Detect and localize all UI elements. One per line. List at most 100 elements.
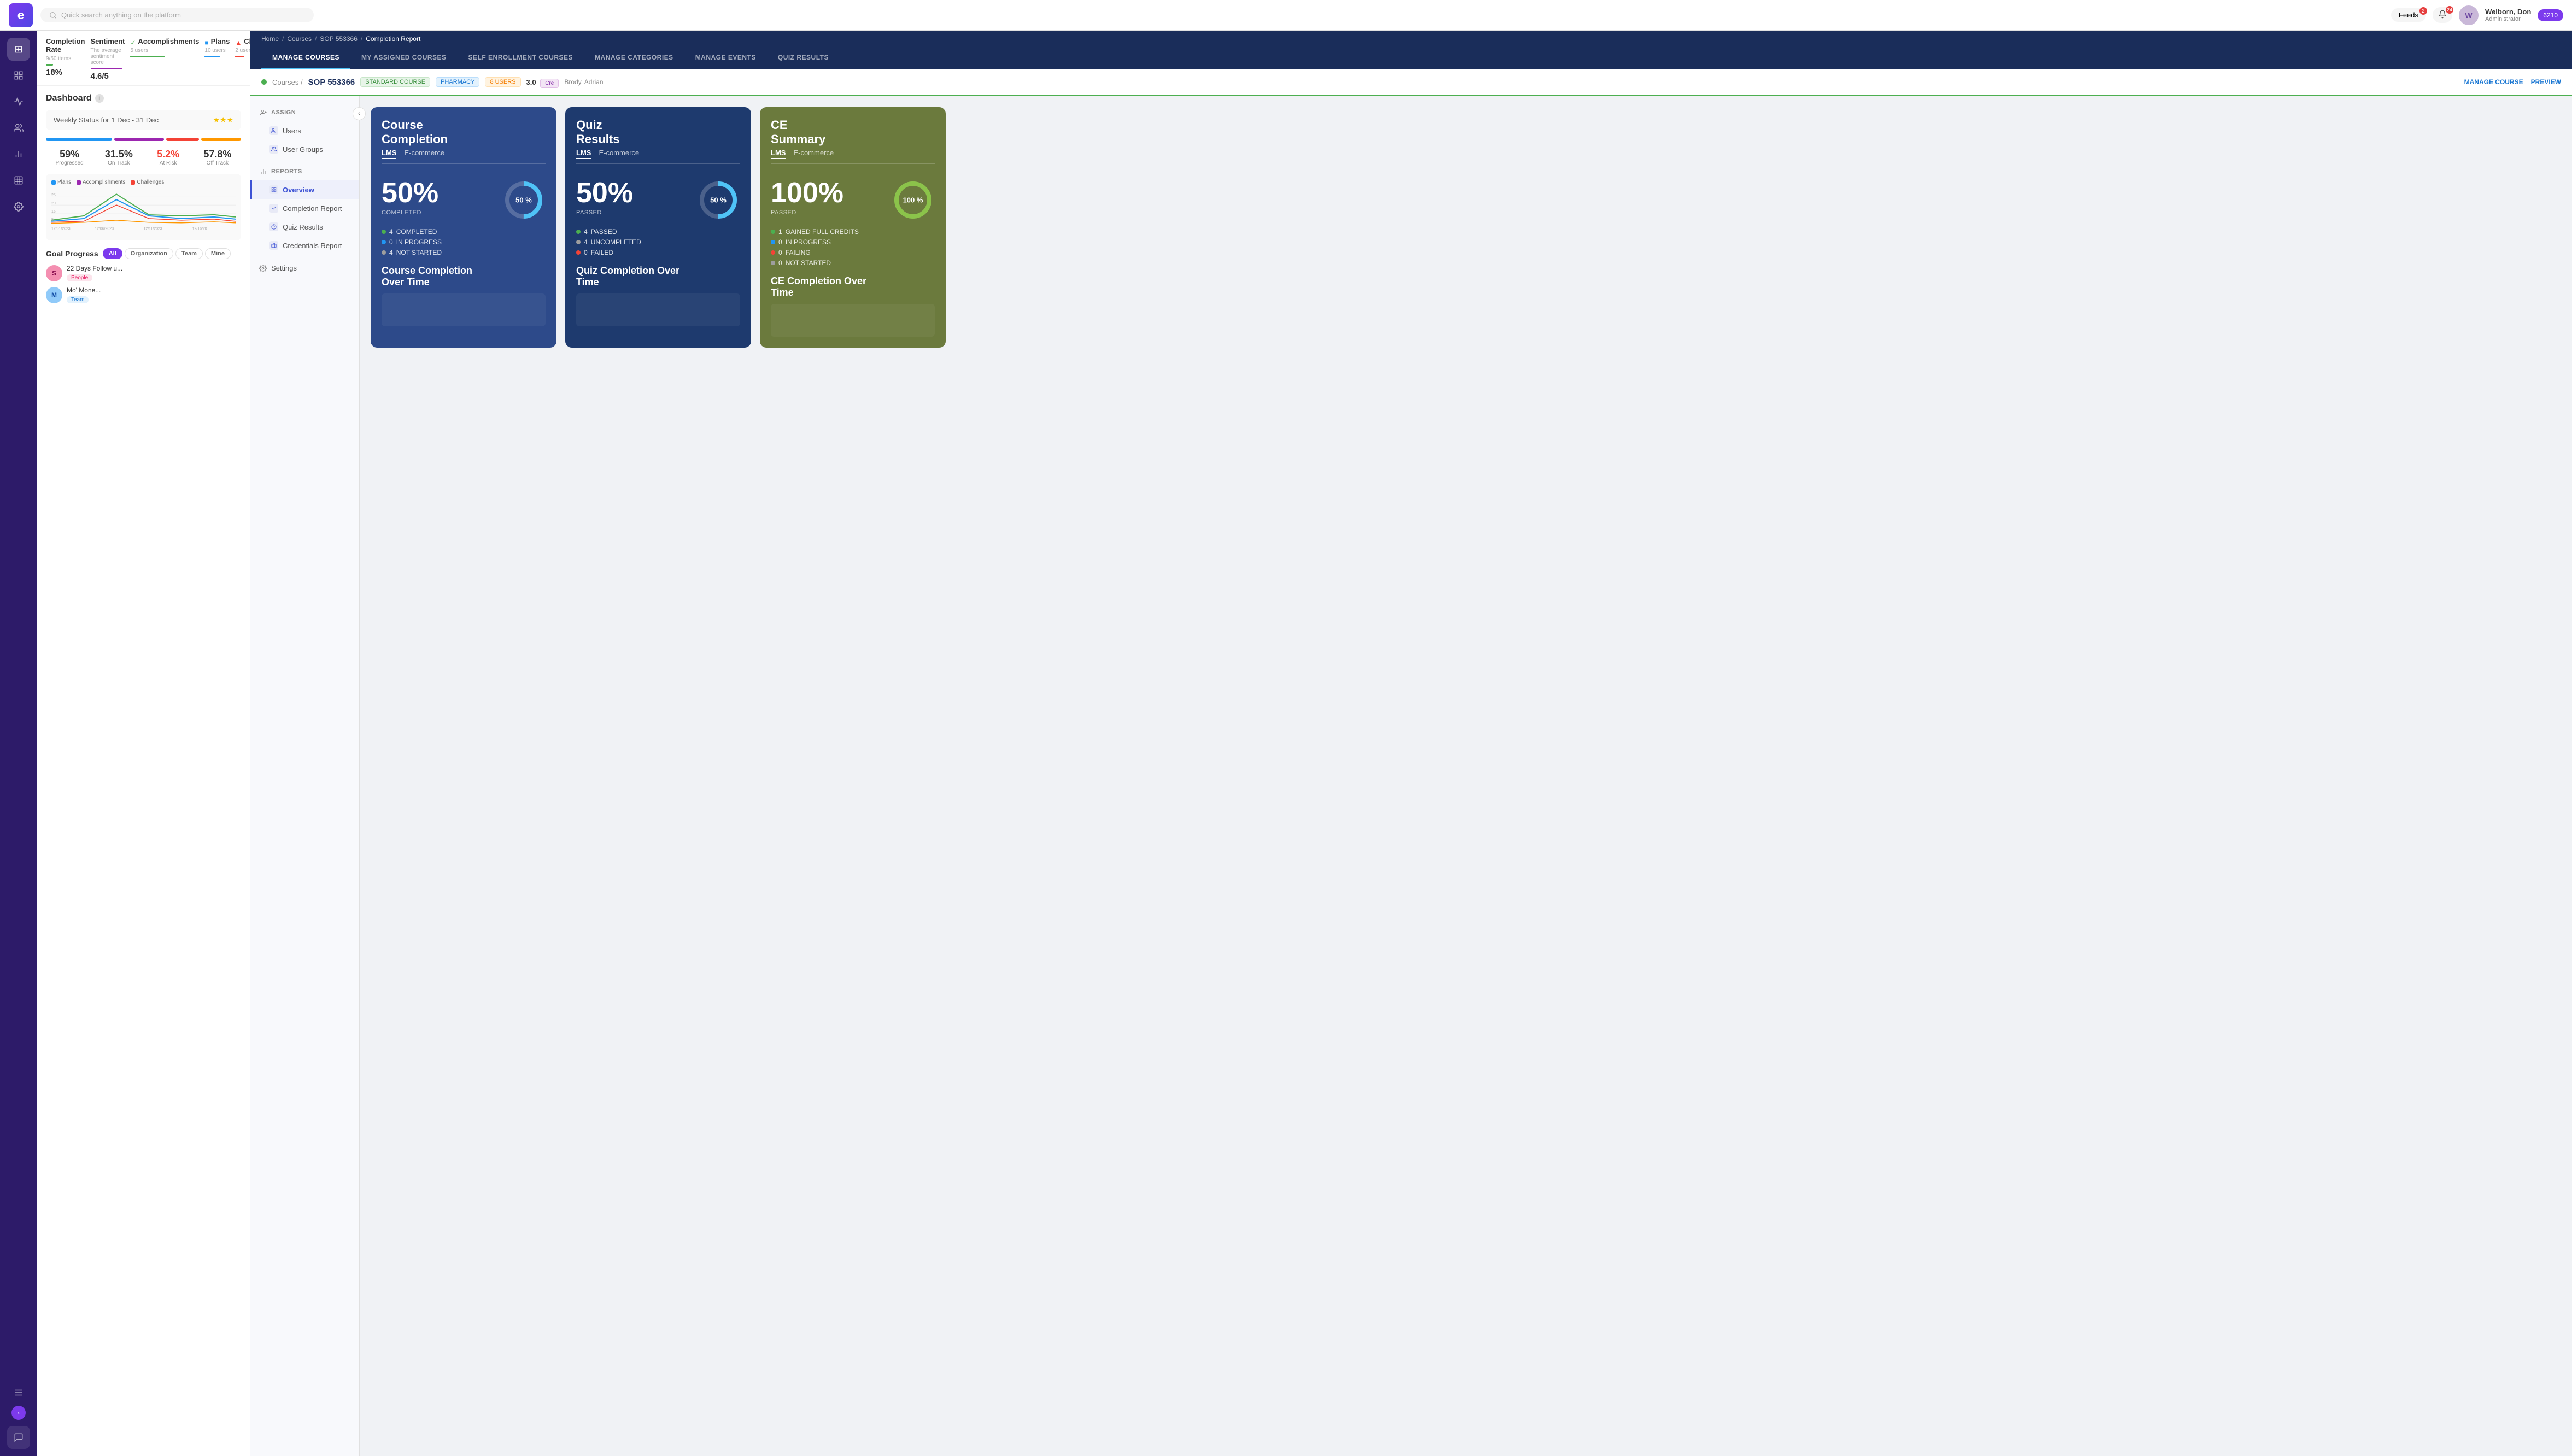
nav-user-groups[interactable]: User Groups bbox=[250, 140, 359, 158]
goal-tag-2: Team bbox=[67, 296, 89, 303]
notifications-button[interactable]: 24 bbox=[2433, 7, 2452, 23]
dashboard-title: Dashboard i bbox=[46, 93, 241, 103]
chart-legend: Plans Accomplishments Challenges bbox=[51, 179, 236, 185]
tab-my-assigned[interactable]: MY ASSIGNED COURSES bbox=[350, 47, 458, 69]
stat-at-risk: 5.2% At Risk bbox=[145, 149, 192, 166]
quiz-stats-list: 4 PASSED 4 UNCOMPLETED 0 FAILED bbox=[576, 228, 740, 256]
stat-plans: ■ Plans 10 users bbox=[204, 37, 235, 81]
tab-manage-categories[interactable]: MANAGE CATEGORIES bbox=[584, 47, 684, 69]
ce-tab-lms[interactable]: LMS bbox=[771, 149, 786, 159]
stat-ce-in-progress: 0 IN PROGRESS bbox=[771, 238, 935, 246]
ce-chart bbox=[771, 304, 935, 337]
sidebar-item-home[interactable]: ⊞ bbox=[7, 38, 30, 61]
course-status-dot bbox=[261, 79, 267, 85]
info-icon[interactable]: i bbox=[95, 94, 104, 103]
assign-icon bbox=[259, 108, 268, 117]
settings-icon bbox=[259, 265, 267, 272]
tab-manage-events[interactable]: MANAGE EVENTS bbox=[684, 47, 767, 69]
stat-on-track: 31.5% On Track bbox=[95, 149, 142, 166]
tab-self-enrollment[interactable]: SELF ENROLLMENT COURSES bbox=[458, 47, 584, 69]
sidebar-item-grid[interactable] bbox=[7, 169, 30, 192]
quiz-tab-lms[interactable]: LMS bbox=[576, 149, 591, 159]
topbar-right: Feeds 2 24 W Welborn, Don Administrator … bbox=[2391, 5, 2563, 25]
nav-quiz-results[interactable]: Quiz Results bbox=[250, 218, 359, 236]
quiz-tab-ecommerce[interactable]: E-commerce bbox=[599, 149, 639, 159]
filter-all[interactable]: All bbox=[103, 248, 122, 259]
sidebar-item-analytics[interactable] bbox=[7, 90, 30, 113]
course-path: Courses / bbox=[272, 78, 303, 86]
breadcrumb-courses[interactable]: Courses bbox=[287, 35, 312, 43]
filter-organization[interactable]: Organization bbox=[125, 248, 173, 259]
completion-donut-row: 50% COMPLETED 50 % bbox=[382, 177, 546, 224]
course-score: 3.0 Cre bbox=[526, 78, 559, 86]
search-bar[interactable]: Quick search anything on the platform bbox=[40, 8, 314, 22]
quiz-donut-label: 50 % bbox=[710, 196, 727, 204]
dashboard-panel: Completion Rate 9/50 items 18% Sentiment… bbox=[37, 31, 250, 1456]
completion-percent: 50% bbox=[382, 177, 438, 209]
user-role: Administrator bbox=[2485, 16, 2531, 22]
stat-ce-not-started: 0 NOT STARTED bbox=[771, 259, 935, 267]
avatar[interactable]: W bbox=[2459, 5, 2479, 25]
tab-quiz-results[interactable]: QUIZ RESULTS bbox=[767, 47, 840, 69]
chart-area: Plans Accomplishments Challenges bbox=[46, 174, 241, 240]
goal-item-2: M Mo' Mone... Team bbox=[46, 286, 241, 304]
goal-avatar-1: S bbox=[46, 265, 62, 281]
nav-credentials-report[interactable]: Credentials Report bbox=[250, 236, 359, 255]
topbar: e Quick search anything on the platform … bbox=[0, 0, 2572, 31]
breadcrumb-current: Completion Report bbox=[366, 35, 420, 43]
feeds-badge: 2 bbox=[2419, 7, 2427, 15]
quiz-chart bbox=[576, 293, 740, 326]
sidebar-item-settings[interactable] bbox=[7, 195, 30, 218]
sidebar-item-dashboard[interactable] bbox=[7, 64, 30, 87]
svg-text:12/06/2023: 12/06/2023 bbox=[95, 227, 114, 231]
sidebar-expand-button[interactable]: › bbox=[11, 1406, 26, 1420]
nav-completion-report[interactable]: Completion Report bbox=[250, 199, 359, 218]
svg-text:15: 15 bbox=[51, 210, 56, 214]
dashboard-content: Dashboard i Weekly Status for 1 Dec - 31… bbox=[37, 86, 250, 316]
stat-accomplishments: ✓ Accomplishments 5 users bbox=[130, 37, 204, 81]
sidebar-item-reports[interactable] bbox=[7, 143, 30, 166]
content-with-nav: ASSIGN Users bbox=[250, 96, 2572, 1456]
ce-donut-row: 100% PASSED 100 % bbox=[771, 177, 935, 224]
filter-team[interactable]: Team bbox=[175, 248, 203, 259]
tab-manage-courses[interactable]: MANAGE COURSES bbox=[261, 47, 350, 69]
sidebar-item-chat[interactable] bbox=[7, 1426, 30, 1449]
sidebar-item-sliders[interactable] bbox=[7, 1381, 30, 1404]
stat-in-progress: 0 IN PROGRESS bbox=[382, 238, 546, 246]
quiz-card-title: QuizResults bbox=[576, 118, 740, 146]
breadcrumb: Home / Courses / SOP 553366 / Completion… bbox=[250, 31, 2572, 47]
goal-avatar-2: M bbox=[46, 287, 62, 303]
breadcrumb-home[interactable]: Home bbox=[261, 35, 279, 43]
tag-credits: Cre bbox=[540, 79, 559, 88]
completion-report-icon bbox=[269, 204, 278, 213]
quiz-results-card: QuizResults LMS E-commerce 50% PASSED bbox=[565, 107, 751, 348]
feeds-button[interactable]: Feeds 2 bbox=[2391, 8, 2426, 22]
quiz-card-tabs: LMS E-commerce bbox=[576, 149, 740, 164]
nav-overview[interactable]: Overview bbox=[250, 180, 359, 199]
completion-label: COMPLETED bbox=[382, 209, 438, 216]
stat-completed: 4 COMPLETED bbox=[382, 228, 546, 236]
sidebar-item-people[interactable] bbox=[7, 116, 30, 139]
completion-stats-list: 4 COMPLETED 0 IN PROGRESS 4 NOT STARTED bbox=[382, 228, 546, 256]
completion-card-title: CourseCompletion bbox=[382, 118, 546, 146]
nav-users[interactable]: Users bbox=[250, 121, 359, 140]
ce-tab-ecommerce[interactable]: E-commerce bbox=[793, 149, 834, 159]
reports-content: CourseCompletion LMS E-commerce 50% COMP… bbox=[360, 96, 2572, 1456]
nav-settings[interactable]: Settings bbox=[250, 259, 359, 277]
course-actions: MANAGE COURSE PREVIEW bbox=[2464, 78, 2561, 86]
svg-text:12/11/2023: 12/11/2023 bbox=[144, 227, 162, 231]
star-rating: ★★★ bbox=[213, 115, 233, 125]
goal-name-1: 22 Days Follow u... bbox=[67, 265, 122, 272]
app-logo[interactable]: e bbox=[9, 3, 33, 27]
sidebar: ⊞ bbox=[0, 31, 37, 1456]
preview-button[interactable]: PREVIEW bbox=[2531, 78, 2561, 86]
completion-tab-ecommerce[interactable]: E-commerce bbox=[404, 149, 444, 159]
course-header: Courses / SOP 553366 STANDARD COURSE PHA… bbox=[250, 69, 2572, 96]
breadcrumb-course-id[interactable]: SOP 553366 bbox=[320, 35, 358, 43]
filter-mine[interactable]: Mine bbox=[205, 248, 231, 259]
user-info: Welborn, Don Administrator bbox=[2485, 8, 2531, 22]
manage-course-button[interactable]: MANAGE COURSE bbox=[2464, 78, 2523, 86]
line-chart: 12/01/2023 12/06/2023 12/11/2023 12/16/2… bbox=[51, 189, 236, 232]
completion-tab-lms[interactable]: LMS bbox=[382, 149, 396, 159]
collapse-nav-button[interactable]: ‹ bbox=[353, 107, 366, 120]
